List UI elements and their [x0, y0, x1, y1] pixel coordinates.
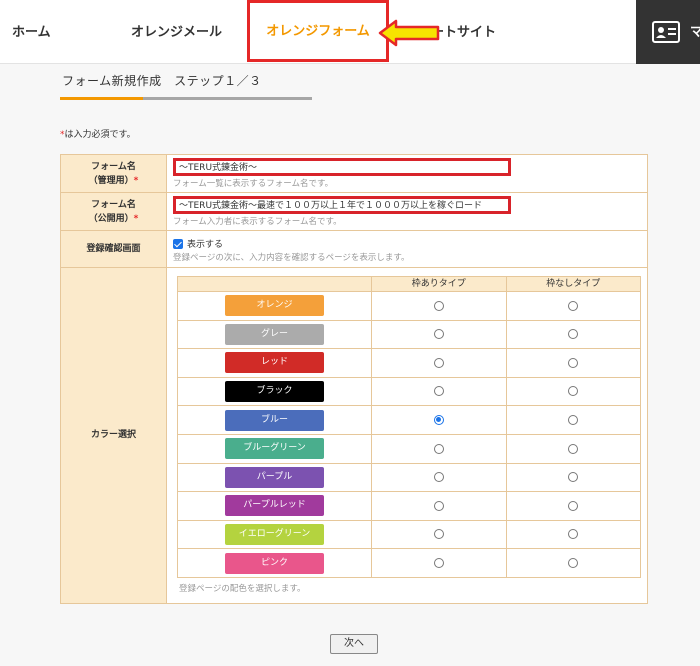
frameless-type-header: 枠なしタイプ [505, 276, 642, 292]
nav-orange-mail[interactable]: オレンジメール [131, 0, 222, 64]
color-swatch: ブルー [225, 409, 325, 431]
color-swatch: レッド [225, 352, 325, 374]
frameless-radio[interactable] [568, 472, 579, 483]
color-swatch: ブルーグリーン [225, 438, 325, 460]
color-select-hint: 登録ページの配色を選択します。 [179, 583, 306, 594]
next-button[interactable]: 次へ [330, 634, 378, 654]
framed-radio[interactable] [433, 529, 444, 540]
confirm-screen-checkbox-label[interactable]: 表示する [187, 237, 223, 250]
required-note-text: は入力必須です。 [64, 130, 136, 140]
frameless-radio[interactable] [568, 414, 579, 425]
framed-radio[interactable] [433, 414, 444, 425]
frameless-radio[interactable] [568, 557, 579, 568]
color-option-row: ピンク [176, 548, 642, 578]
color-option-row: オレンジ [176, 291, 642, 321]
public-name-label-line2: （公開用） [88, 213, 134, 224]
frameless-radio[interactable] [568, 386, 579, 397]
frameless-radio[interactable] [568, 357, 579, 368]
frameless-radio[interactable] [568, 300, 579, 311]
color-option-row: レッド [176, 348, 642, 378]
color-swatch: ブラック [225, 381, 325, 403]
color-option-row: パープルレッド [176, 491, 642, 521]
admin-name-input[interactable]: 〜TERU式錬金術〜 [173, 158, 511, 176]
form-settings-table: フォーム名 （管理用）* 〜TERU式錬金術〜 フォーム一覧に表示するフォーム名… [60, 154, 648, 604]
public-name-hint: フォーム入力者に表示するフォーム名です。 [173, 217, 342, 227]
user-initial: マ [690, 25, 700, 40]
color-option-row: グレー [176, 319, 642, 350]
color-option-row: イエローグリーン [176, 519, 642, 550]
required-note: *は入力必須です。 [60, 127, 136, 140]
frameless-radio[interactable] [568, 500, 579, 511]
color-option-row: ブルー [176, 405, 642, 435]
frameless-radio[interactable] [568, 529, 579, 540]
step-label: フォーム新規作成 ステップ１／３ [62, 74, 262, 88]
color-swatch: パープル [225, 466, 325, 488]
public-name-required-mark: * [133, 213, 139, 224]
framed-type-header: 枠ありタイプ [371, 276, 507, 292]
public-name-label-line1: フォーム名 [91, 199, 136, 210]
confirm-screen-hint: 登録ページの次に、入力内容を確認するページを表示します。 [173, 253, 410, 263]
admin-name-label-line2: （管理用） [88, 175, 134, 186]
top-nav: ホーム オレンジメール オレンジフォーム ートサイト マ [0, 0, 700, 64]
color-swatch: オレンジ [225, 295, 325, 317]
admin-name-hint: フォーム一覧に表示するフォーム名です。 [173, 179, 334, 189]
arrow-left-icon [378, 19, 440, 47]
step-progress-bar [60, 97, 312, 100]
color-name-header [176, 276, 373, 292]
color-options-table: 枠ありタイプ 枠なしタイプ オレンジグレーレッドブラックブルーブルーグリーン パー… [176, 276, 642, 578]
id-card-icon [652, 21, 680, 43]
framed-radio[interactable] [433, 357, 444, 368]
framed-radio[interactable] [433, 300, 444, 311]
admin-name-label: フォーム名 （管理用）* [60, 154, 167, 193]
framed-radio[interactable] [433, 472, 444, 483]
admin-name-required-mark: * [133, 175, 139, 186]
color-option-row: ブルーグリーン [176, 433, 642, 464]
color-swatch: ピンク [225, 552, 325, 574]
color-swatch: パープルレッド [225, 495, 325, 517]
color-swatch: イエローグリーン [225, 524, 325, 546]
framed-radio[interactable] [433, 500, 444, 511]
frameless-radio[interactable] [568, 443, 579, 454]
color-select-label: カラー選択 [60, 267, 167, 604]
framed-radio[interactable] [433, 386, 444, 397]
framed-radio[interactable] [433, 443, 444, 454]
admin-name-label-line1: フォーム名 [91, 161, 136, 172]
public-name-input[interactable]: 〜TERU式錬金術〜最速で１００万以上１年で１０００万以上を稼ぐロード [173, 196, 511, 214]
color-option-row: パープル [176, 462, 642, 493]
color-swatch: グレー [225, 323, 325, 345]
nav-orange-form[interactable]: オレンジフォーム [247, 0, 389, 62]
public-name-label: フォーム名 （公開用）* [60, 192, 167, 231]
confirm-screen-label: 登録確認画面 [60, 230, 167, 268]
framed-radio[interactable] [433, 557, 444, 568]
framed-radio[interactable] [433, 329, 444, 340]
step-progress-fill [60, 97, 144, 100]
confirm-screen-checkbox[interactable] [173, 238, 183, 249]
color-option-row: ブラック [176, 376, 642, 407]
frameless-radio[interactable] [568, 329, 579, 340]
nav-support-site[interactable]: ートサイト [431, 0, 496, 64]
nav-home[interactable]: ホーム [12, 0, 51, 64]
